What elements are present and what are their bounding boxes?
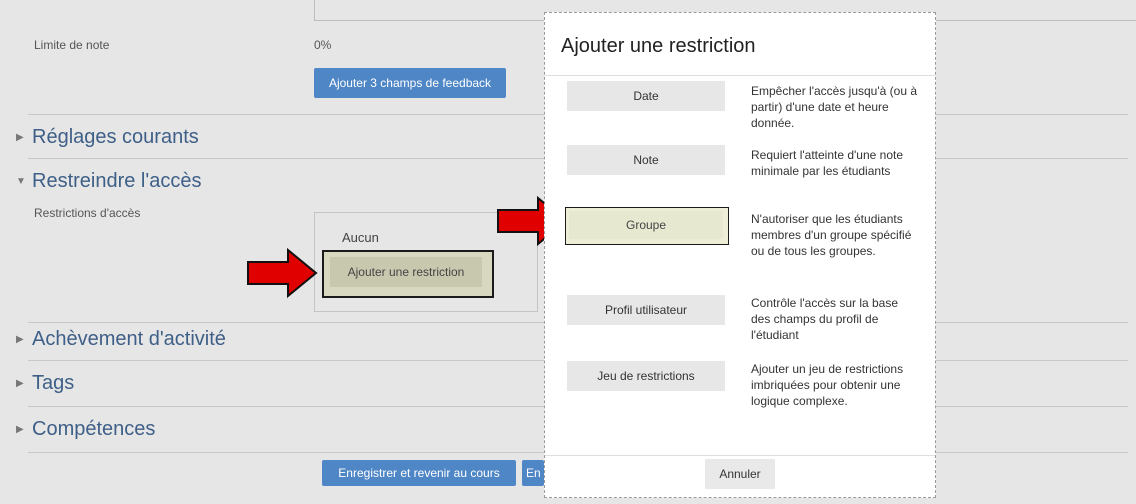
grade-limit-label: Limite de note [34, 38, 110, 52]
user-profile-description: Contrôle l'accès sur la base des champs … [751, 296, 899, 342]
section-title: Achèvement d'activité [32, 328, 226, 350]
moodle-activity-settings-page: Limite de note 0% Ajouter 3 champs de fe… [0, 0, 1136, 504]
date-description: Empêcher l'accès jusqu'à (ou à partir) d… [751, 84, 918, 130]
section-title: Tags [32, 372, 75, 394]
restriction-set-description: Ajouter un jeu de restrictions imbriquée… [751, 362, 904, 408]
caret-down-icon: ▼ [16, 176, 26, 187]
section-title: Restreindre l'accès [32, 170, 202, 192]
divider [545, 455, 935, 456]
date-restriction-button[interactable]: Date [567, 81, 725, 111]
save-display-button[interactable]: En [522, 460, 544, 486]
save-return-button[interactable]: Enregistrer et revenir au cours [322, 460, 516, 486]
caret-right-icon: ▶ [16, 424, 24, 435]
section-competences[interactable]: ▶ Compétences [16, 418, 155, 441]
caret-right-icon: ▶ [16, 378, 24, 389]
grade-restriction-button[interactable]: Note [567, 145, 725, 175]
section-title: Réglages courants [32, 126, 199, 148]
red-arrow-icon [247, 248, 318, 298]
group-restriction-button[interactable]: Groupe [569, 211, 723, 239]
section-restreindre-acces[interactable]: ▼ Restreindre l'accès [16, 170, 201, 193]
caret-right-icon: ▶ [16, 132, 24, 143]
access-restrictions-label: Restrictions d'accès [34, 206, 141, 220]
section-reglages-courants[interactable]: ▶ Réglages courants [16, 126, 199, 149]
add-restriction-button[interactable]: Ajouter une restriction [330, 257, 482, 287]
grade-description: Requiert l'atteinte d'une note minimale … [751, 148, 904, 178]
restriction-set-button[interactable]: Jeu de restrictions [567, 361, 725, 391]
section-title: Compétences [32, 418, 156, 440]
section-tags[interactable]: ▶ Tags [16, 372, 74, 395]
add-restriction-dialog: Ajouter une restriction Date Empêcher l'… [544, 12, 936, 498]
divider [545, 75, 935, 76]
section-achevement-activite[interactable]: ▶ Achèvement d'activité [16, 328, 226, 351]
grade-limit-value: 0% [314, 38, 332, 52]
add-feedback-fields-button[interactable]: Ajouter 3 champs de feedback [314, 68, 506, 98]
no-restrictions-text: Aucun [342, 230, 379, 245]
dialog-title: Ajouter une restriction [561, 35, 756, 57]
user-profile-restriction-button[interactable]: Profil utilisateur [567, 295, 725, 325]
group-description: N'autoriser que les étudiants membres d'… [751, 212, 912, 258]
caret-right-icon: ▶ [16, 334, 24, 345]
cancel-button[interactable]: Annuler [705, 459, 775, 489]
